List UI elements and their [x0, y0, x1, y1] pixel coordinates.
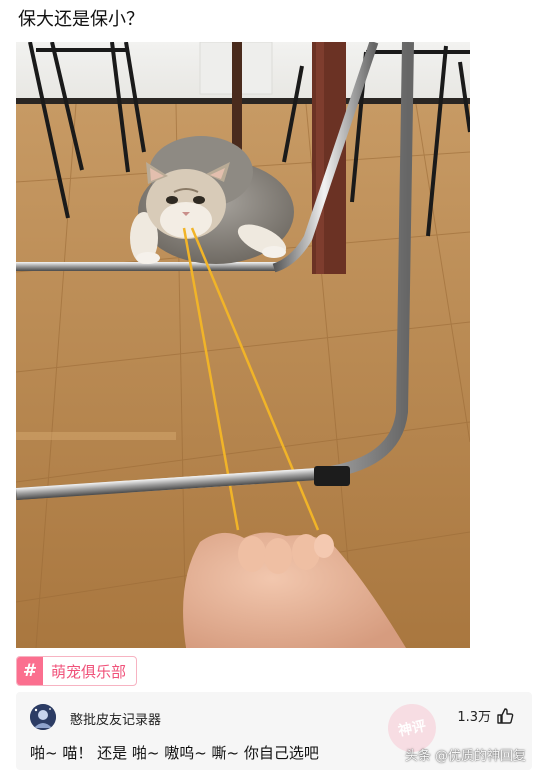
post-photo[interactable] — [16, 42, 470, 648]
thumbs-up-icon — [497, 707, 514, 724]
hash-icon: # — [17, 657, 43, 685]
top-comment: 憨批皮友记录器 神评 1.3万 啪~ 喵！ 还是 啪~ 嗷呜~ 嘶~ 你自己选吧… — [16, 692, 532, 770]
topic-tag-label: 萌宠俱乐部 — [51, 662, 127, 681]
avatar[interactable] — [30, 704, 56, 730]
comment-username[interactable]: 憨批皮友记录器 — [70, 709, 161, 728]
post-page: 保大还是保小？ # 萌宠俱乐部 憨批皮友记录器 神评 1.3万 啪~ 喵！ 还是… — [0, 0, 548, 774]
like-button[interactable]: 1.3万 — [457, 706, 514, 725]
post-title: 保大还是保小？ — [18, 9, 144, 30]
avatar-icon — [30, 704, 56, 730]
source-watermark: 头条 @优质的神回复 — [404, 749, 526, 764]
topic-tag[interactable]: # 萌宠俱乐部 — [16, 656, 138, 686]
like-count: 1.3万 — [457, 710, 491, 725]
cat-photo-illustration — [16, 42, 470, 648]
comment-text: 啪~ 喵！ 还是 啪~ 嗷呜~ 嘶~ 你自己选吧 — [30, 744, 319, 762]
